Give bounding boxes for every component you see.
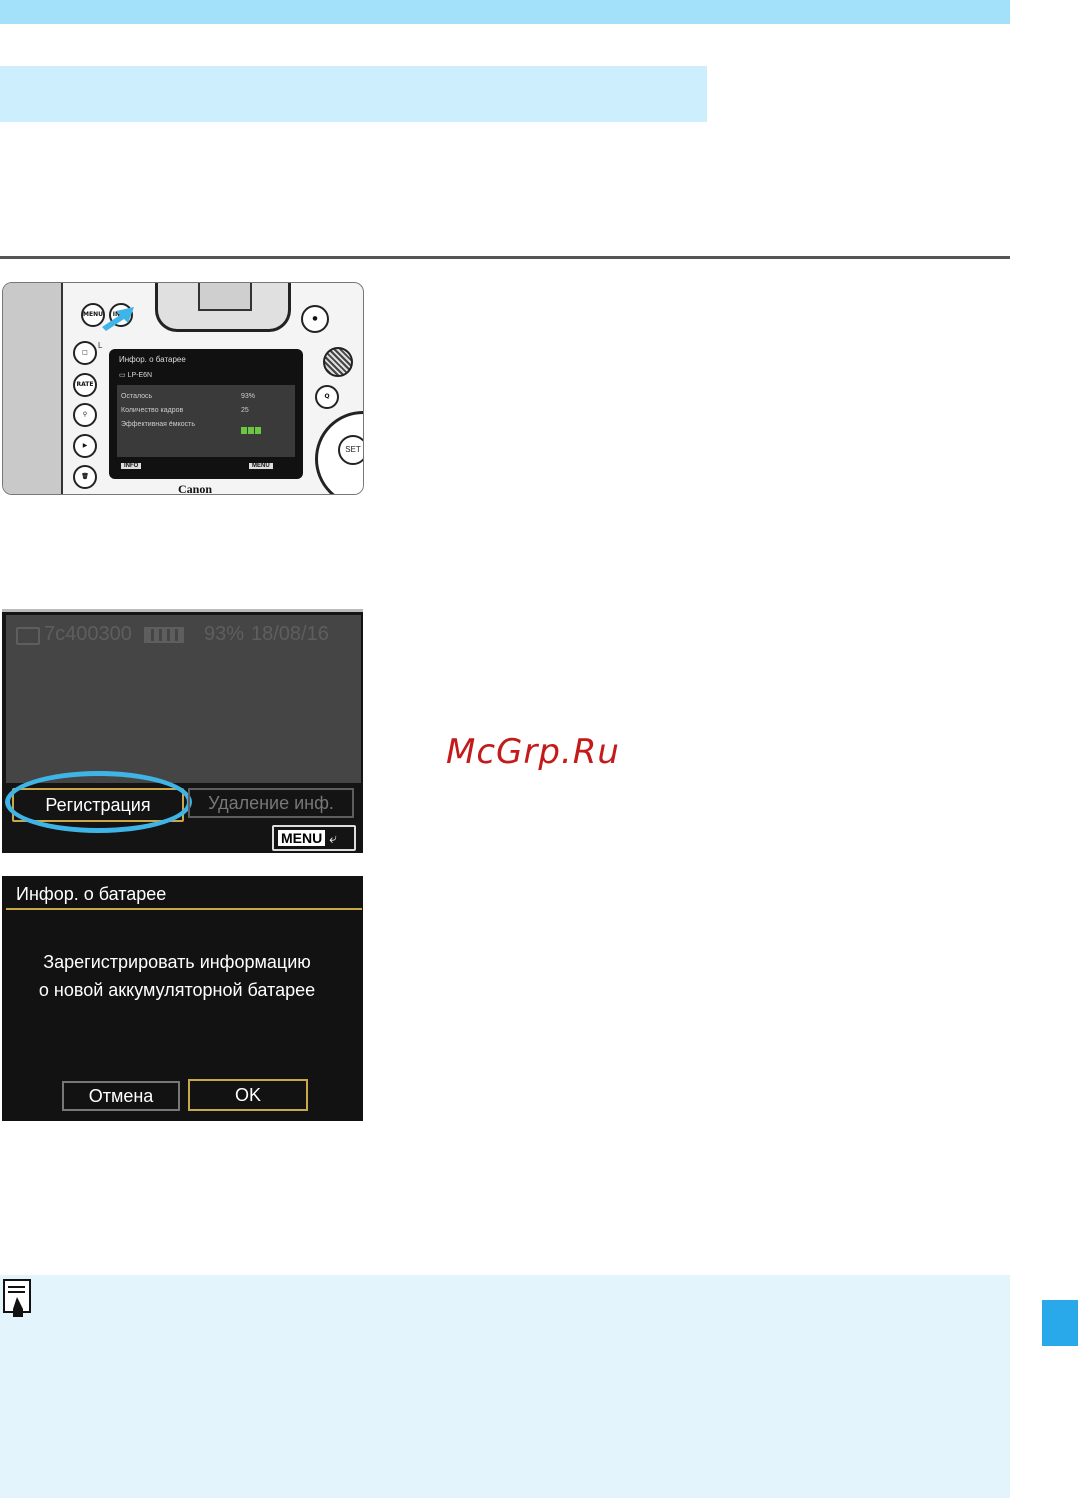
back-arrow-icon: ⤶ [329, 830, 337, 846]
note-box [0, 1275, 1010, 1498]
dialog-message-line: Зарегистрировать информацию [43, 952, 311, 972]
lcd-info-label: INFO [121, 463, 142, 469]
lcd-title: Инфор. о батарее [119, 355, 186, 364]
lcd-row-value: 93% [241, 393, 256, 400]
dialog-title: Инфор. о батарее [16, 884, 167, 904]
battery-serial: 7c400300 [44, 623, 132, 645]
watermark: McGrp.Ru [446, 732, 620, 772]
ok-button[interactable]: OK [188, 1079, 308, 1111]
delete-info-button[interactable]: Удаление инф. [188, 788, 354, 818]
cancel-button[interactable]: Отмена [62, 1081, 180, 1111]
dialog-message-line: о новой аккумуляторной батарее [38, 980, 316, 1000]
lcd-info-panel: Осталось 93% Количество кадров 25 Эффект… [117, 385, 295, 457]
viewfinder-eyecup [155, 283, 291, 332]
lcd-row-label: Осталось [121, 393, 153, 400]
battery-icon [16, 627, 40, 645]
menu-label: MENU [278, 830, 326, 846]
top-color-bar [0, 0, 1010, 24]
section-title-band [0, 66, 707, 122]
battery-level: 93% [204, 623, 245, 645]
lcd-row-label: Эффективная ёмкость [121, 421, 196, 428]
highlight-ring [5, 771, 192, 833]
camera-lcd-screen: Инфор. о батарее ▭ LP-E6N Осталось 93% К… [109, 349, 303, 479]
menu-back-button[interactable]: MENU ⤶ [272, 825, 356, 851]
playback-icon[interactable]: ▶ [73, 434, 97, 458]
battery-info-panel: 7c400300 93% 18/08/16 [6, 615, 361, 783]
lcd-battery-model: ▭ LP-E6N [119, 372, 153, 379]
memo-icon [3, 1279, 31, 1317]
lcd-menu-label: MENU [249, 463, 273, 469]
capacity-bars [241, 421, 262, 439]
chapter-tab [1042, 1300, 1078, 1346]
trash-icon[interactable]: 🗑 [73, 465, 97, 489]
brand-logo: Canon [178, 482, 213, 495]
battery-level-icon [144, 627, 184, 643]
multi-controller[interactable] [323, 347, 353, 377]
dialog-divider [6, 908, 362, 910]
creative-button[interactable]: □ [73, 341, 97, 365]
set-button[interactable]: SET [338, 435, 363, 465]
q-button-label: L [98, 341, 103, 350]
dialog-message: Зарегистрировать информацию о новой акку… [2, 948, 352, 1004]
magnify-icon[interactable]: ⚲ [73, 403, 97, 427]
start-stop-button[interactable]: ● [301, 305, 329, 333]
lcd-row-label: Количество кадров [121, 407, 184, 414]
battery-register-screen: 7c400300 93% 18/08/16 Регистрация Удален… [2, 609, 363, 853]
battery-date: 18/08/16 [251, 623, 329, 645]
rate-button[interactable]: RATE [73, 373, 97, 397]
section-divider [0, 256, 1010, 259]
camera-back-illustration: MENU INFO L □ RATE ⚲ ▶ 🗑 ● Q SET Инфор. … [2, 282, 364, 495]
quick-control-icon[interactable]: Q [315, 385, 339, 409]
arrow-icon [102, 307, 134, 331]
confirm-register-dialog: Инфор. о батарее Зарегистрировать информ… [2, 876, 363, 1121]
lcd-row-value: 25 [241, 407, 249, 414]
camera-grip [3, 283, 63, 494]
